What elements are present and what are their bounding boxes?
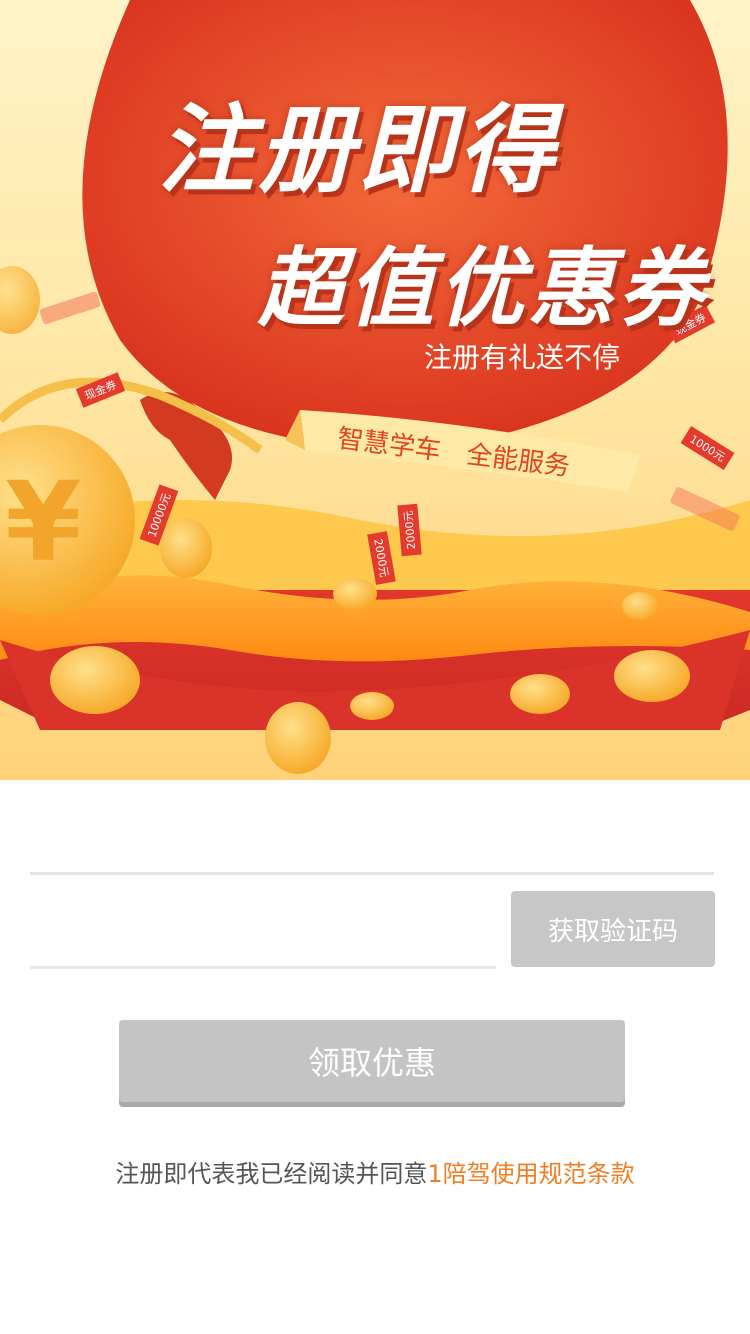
- svg-text:¥: ¥: [5, 458, 82, 586]
- hero-subtitle: 注册有礼送不停: [424, 341, 621, 374]
- hero-banner: ¥ 现金券 1000元 10000元 2000元 现金券 2000元 注册即得 …: [0, 0, 750, 780]
- claim-coupon-button[interactable]: 领取优惠: [119, 1020, 625, 1102]
- terms-prefix: 注册即代表我已经阅读并同意: [115, 1160, 428, 1188]
- get-code-button[interactable]: 获取验证码: [511, 891, 715, 967]
- phone-input-underline: [30, 872, 714, 875]
- hero-title-line1: 注册即得: [158, 94, 558, 206]
- code-input-underline: [30, 966, 496, 969]
- hero-title-line2: 超值优惠券: [258, 239, 708, 339]
- phone-input[interactable]: [34, 800, 718, 872]
- verification-code-input[interactable]: [34, 892, 498, 964]
- terms-notice: 注册即代表我已经阅读并同意1陪驾使用规范条款: [0, 1154, 750, 1189]
- terms-link[interactable]: 1陪驾使用规范条款: [427, 1160, 634, 1188]
